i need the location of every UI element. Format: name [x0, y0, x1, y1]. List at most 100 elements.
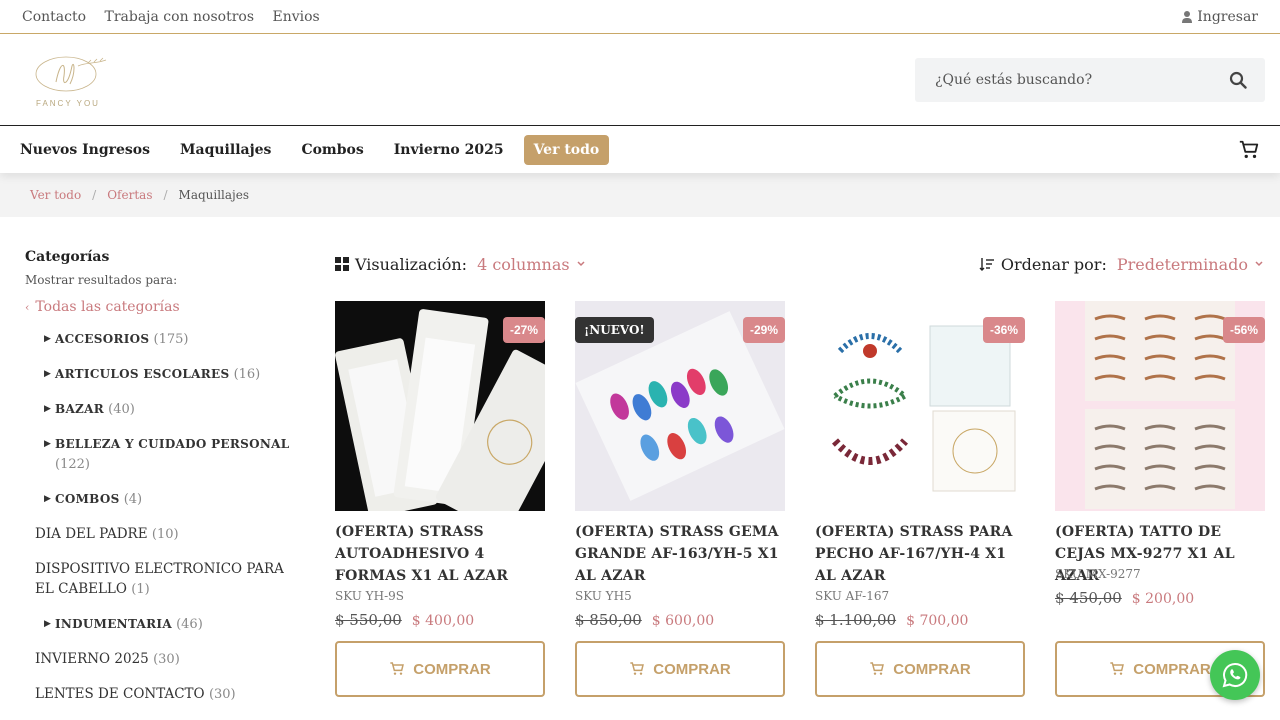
category-name: BAZAR: [55, 402, 104, 416]
category-item[interactable]: ▶ BAZAR (40): [25, 399, 335, 420]
product-sku: SKU YH5: [575, 589, 632, 603]
category-item[interactable]: INVIERNO 2025 (30): [25, 649, 335, 670]
caret-right-icon[interactable]: ▶: [35, 614, 51, 634]
all-categories-label: Todas las categorías: [35, 299, 180, 315]
product-sku: SKU MX-9277: [1055, 567, 1141, 581]
breadcrumb-separator: /: [92, 188, 97, 202]
product-image[interactable]: -27%: [335, 301, 545, 511]
product-area: Visualización: 4 columnas Ordenar por: P…: [335, 249, 1280, 719]
product-sku: SKU YH-9S: [335, 589, 404, 603]
grid-icon: [335, 257, 349, 271]
caret-right-icon[interactable]: ▶: [35, 434, 51, 454]
category-item[interactable]: LENTES DE CONTACTO (30): [25, 684, 335, 705]
buy-button[interactable]: COMPRAR: [815, 641, 1025, 697]
product-card[interactable]: -56% (OFERTA) TATTO DE CEJAS MX-9277 X1 …: [1055, 301, 1265, 697]
sort-selector[interactable]: Ordenar por: Predeterminado: [979, 255, 1264, 274]
buy-button[interactable]: COMPRAR: [335, 641, 545, 697]
nav-winter-2025[interactable]: Invierno 2025: [394, 142, 504, 158]
logo-mark: [35, 56, 107, 91]
view-all-button[interactable]: Ver todo: [523, 134, 610, 165]
breadcrumb-view-all[interactable]: Ver todo: [30, 188, 81, 202]
old-price: $ 550,00: [335, 611, 402, 629]
search-input[interactable]: [935, 71, 1195, 88]
all-categories-link[interactable]: ‹ Todas las categorías: [25, 299, 335, 315]
category-item[interactable]: DIA DEL PADRE (10): [25, 524, 335, 545]
product-title[interactable]: (OFERTA) TATTO DE CEJAS MX-9277 X1 AL AZ…: [1055, 521, 1265, 584]
category-count: (16): [233, 367, 261, 382]
category-list: ▶ ACCESORIOS (175) ▶ ARTICULOS ESCOLARES (…: [25, 329, 335, 705]
chevron-down-icon: [577, 261, 585, 267]
chevron-left-icon: ‹: [25, 300, 30, 314]
careers-link[interactable]: Trabaja con nosotros: [104, 9, 254, 25]
product-title[interactable]: (OFERTA) STRASS GEMA GRANDE AF-163/YH-5 …: [575, 521, 785, 589]
product-card[interactable]: -27% (OFERTA) STRASS AUTOADHESIVO 4 FORM…: [335, 301, 545, 697]
view-selector[interactable]: Visualización: 4 columnas: [335, 255, 586, 274]
buy-label: COMPRAR: [1133, 660, 1211, 678]
buy-button[interactable]: COMPRAR: [575, 641, 785, 697]
cart-icon: [870, 662, 885, 675]
price-row: $ 850,00 $ 600,00: [575, 611, 785, 629]
category-item[interactable]: ▶ INDUMENTARIA (46): [25, 614, 335, 635]
contact-link[interactable]: Contacto: [22, 9, 86, 25]
category-name: DISPOSITIVO ELECTRONICO PARA EL CABELLO: [35, 561, 284, 597]
product-title[interactable]: (OFERTA) STRASS AUTOADHESIVO 4 FORMAS X1…: [335, 521, 545, 589]
category-count: (10): [151, 527, 179, 542]
category-count: (175): [153, 332, 189, 347]
category-name: BELLEZA Y CUIDADO PERSONAL: [55, 437, 290, 451]
logo[interactable]: FANCY YOU: [16, 52, 118, 108]
category-item[interactable]: ▶ COMBOS (4): [25, 489, 335, 510]
category-name: LENTES DE CONTACTO: [35, 686, 205, 702]
product-image[interactable]: ¡NUEVO! -29%: [575, 301, 785, 511]
nav-new-arrivals[interactable]: Nuevos Ingresos: [20, 142, 150, 158]
price-row: $ 550,00 $ 400,00: [335, 611, 545, 629]
sort-value: Predeterminado: [1116, 254, 1248, 274]
cart-icon[interactable]: [1238, 139, 1260, 161]
category-item[interactable]: ▶ ARTICULOS ESCOLARES (16): [25, 364, 335, 385]
new-badge: ¡NUEVO!: [575, 317, 654, 343]
category-count: (122): [55, 457, 90, 472]
discount-badge: -56%: [1222, 317, 1265, 343]
search-bar: [915, 57, 1265, 102]
login-link[interactable]: Ingresar: [1182, 9, 1258, 25]
nav-makeup[interactable]: Maquillajes: [180, 142, 271, 158]
product-card[interactable]: ¡NUEVO! -29% (OFERTA) STRASS GEMA GRANDE…: [575, 301, 785, 697]
current-price: $ 400,00: [411, 613, 475, 629]
category-name: COMBOS: [55, 492, 120, 506]
view-value: 4 columnas: [477, 254, 570, 274]
price-row: $ 450,00 $ 200,00: [1055, 589, 1265, 607]
category-name: ARTICULOS ESCOLARES: [55, 367, 230, 381]
search-icon[interactable]: [1229, 71, 1247, 89]
category-name: INVIERNO 2025: [35, 651, 149, 667]
product-title[interactable]: (OFERTA) STRASS PARA PECHO AF-167/YH-4 X…: [815, 521, 1025, 589]
caret-right-icon[interactable]: ▶: [35, 399, 51, 419]
category-item[interactable]: ▶ ACCESORIOS (175): [25, 329, 335, 350]
buy-label: COMPRAR: [653, 660, 731, 678]
category-count: (40): [108, 402, 135, 417]
header: FANCY YOU: [0, 34, 1280, 126]
buy-label: COMPRAR: [413, 660, 491, 678]
price-row: $ 1.100,00 $ 700,00: [815, 611, 1025, 629]
shipping-link[interactable]: Envios: [273, 9, 320, 25]
product-image[interactable]: -36%: [815, 301, 1025, 511]
product-card[interactable]: -36% (OFERTA) STRASS PARA PECHO AF-167/Y…: [815, 301, 1025, 697]
caret-right-icon[interactable]: ▶: [35, 329, 51, 349]
current-price: $ 200,00: [1131, 591, 1195, 607]
login-label: Ingresar: [1197, 8, 1258, 25]
user-icon: [1182, 10, 1193, 23]
category-name: ACCESORIOS: [55, 332, 150, 346]
breadcrumb-offers[interactable]: Ofertas: [107, 188, 152, 202]
category-item[interactable]: DISPOSITIVO ELECTRONICO PARA EL CABELLO …: [25, 559, 335, 600]
breadcrumb-current: Maquillajes: [178, 188, 250, 202]
caret-right-icon[interactable]: ▶: [35, 489, 51, 509]
caret-right-icon[interactable]: ▶: [35, 364, 51, 384]
sidebar-title: Categorías: [25, 249, 110, 265]
main-nav: Nuevos Ingresos Maquillajes Combos Invie…: [0, 126, 1280, 173]
sort-label: Ordenar por:: [1000, 254, 1107, 274]
category-item[interactable]: ▶ BELLEZA Y CUIDADO PERSONAL (122): [25, 434, 335, 475]
product-image[interactable]: -56%: [1055, 301, 1265, 511]
breadcrumb: Ver todo / Ofertas / Maquillajes: [0, 173, 1280, 217]
nav-combos[interactable]: Combos: [301, 142, 363, 158]
whatsapp-button[interactable]: [1210, 650, 1260, 700]
top-links: Contacto Trabaja con nosotros Envios: [22, 9, 334, 25]
category-count: (30): [208, 687, 236, 702]
